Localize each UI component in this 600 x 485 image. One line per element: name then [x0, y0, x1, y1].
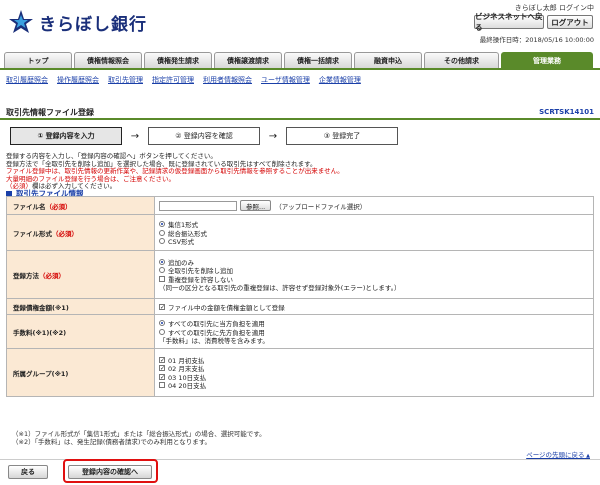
label-fee: 手数料(※1)(※2) [6, 314, 155, 349]
radio-button[interactable] [159, 328, 165, 335]
back-to-top-link[interactable]: ページの先頭に戻る [526, 449, 590, 459]
file-row: 参照... （アップロードファイル選択） [159, 200, 589, 211]
subnav-link[interactable]: ユーザ情報管理 [261, 75, 310, 85]
step-2: ② 登録内容を確認 [148, 127, 260, 145]
reg-amount-value: ✓ ファイル中の金額を債権金額として登録 [154, 298, 594, 315]
tab-1[interactable]: 債権情報照会 [74, 52, 142, 68]
screen-code: SCRTSK14101 [539, 108, 594, 116]
subnav-link[interactable]: 取引先管理 [108, 75, 143, 85]
label-text: ファイル名 [13, 202, 46, 211]
checkbox-checked[interactable]: ✓ [159, 365, 165, 372]
checkbox[interactable] [159, 275, 165, 282]
required-mark: （必須） [39, 271, 65, 280]
value-file-name: 参照... （アップロードファイル選択） [154, 196, 594, 215]
fee-radios: すべての取引先に当方負担を適用 すべての取引先に先方負担を適用 [159, 319, 589, 337]
check-option[interactable]: ✓ 02 月末支払 [159, 364, 589, 373]
footnote: （※2）「手数料」は、発生記録(債務者請求)でのみ利用となります。 [12, 438, 212, 446]
last-operation-time: 最終操作日時：2018/05/16 10:00:00 [479, 36, 594, 44]
star-logo-icon [8, 9, 34, 35]
tab-3[interactable]: 債権譲渡請求 [214, 52, 282, 68]
radio-button[interactable] [159, 267, 165, 274]
main-tabs: トップ 債権情報照会 債権発生請求 債権譲渡請求 債権一括請求 融資申込 その他請求 管理業務 [0, 52, 600, 70]
step-indicator: ① 登録内容を入力 → ② 登録内容を確認 → ③ 登録完了 [10, 127, 398, 145]
radio-option[interactable]: 総合振込形式 [159, 228, 589, 238]
label-text: 登録方法 [13, 271, 39, 280]
subnav-link[interactable]: 利用者情報照会 [203, 75, 252, 85]
confirm-button-highlight [63, 459, 158, 483]
checkbox-checked[interactable]: ✓ [159, 303, 165, 310]
checkbox-checked[interactable]: ✓ [159, 356, 165, 363]
required-mark: （必須） [45, 202, 72, 211]
check-option[interactable]: 04 20日支払 [159, 381, 589, 390]
label-group: 所属グループ(※1) [6, 348, 155, 397]
file-format-options: 集信1形式 総合振込形式 CSV形式 [154, 214, 594, 251]
header: きらぼし銀行 きらぼし太郎 ログイン中 ビジネスネットへ戻る ログアウト 最終操… [0, 0, 600, 48]
subnav-link[interactable]: 指定許可管理 [152, 75, 194, 85]
check-option[interactable]: ✓ 03 10日支払 [159, 373, 589, 382]
label-reg-amount: 登録債権金額(※1) [6, 298, 155, 315]
step-1: ① 登録内容を入力 [10, 127, 122, 145]
biz-net-back-button[interactable]: ビジネスネットへ戻る [474, 12, 544, 32]
step-3: ③ 登録完了 [286, 127, 398, 145]
row-reg-amount: 登録債権金額(※1) ✓ ファイル中の金額を債権金額として登録 [6, 298, 594, 315]
radio-button[interactable] [159, 320, 165, 326]
option-label: 04 20日支払 [168, 382, 207, 391]
bank-name: きらぼし銀行 [39, 14, 147, 35]
footnote: （※1）ファイル形式が「集信1形式」または「総合振込形式」の場合、選択可能です。 [12, 430, 266, 438]
tab-7[interactable]: 管理業務 [501, 52, 593, 68]
logout-button[interactable]: ログアウト [547, 15, 593, 29]
file-path-input[interactable] [159, 200, 237, 211]
back-button[interactable]: 戻る [8, 465, 48, 479]
browse-button[interactable]: 参照... [240, 200, 272, 211]
label-file-format: ファイル形式（必須） [6, 214, 155, 251]
check-option[interactable]: ✓ 01 月初支払 [159, 356, 589, 365]
dup-note: （同一の区分となる取引先の重複登録は、許容せず登録対象外(エラー)とします。） [159, 284, 401, 293]
required-mark: （必須） [52, 229, 78, 238]
page-title: 取引先情報ファイル登録 [6, 107, 94, 117]
label-file-name: ファイル名（必須） [6, 196, 155, 215]
tab-4[interactable]: 債権一括請求 [284, 52, 352, 68]
reg-amount-check[interactable]: ✓ ファイル中の金額を債権金額として登録 [159, 302, 589, 312]
radio-button[interactable] [159, 221, 165, 227]
option-label: ファイル中の金額を債権金額として登録 [168, 303, 285, 312]
label-reg-method: 登録方法（必須） [6, 250, 155, 299]
option-label: CSV形式 [168, 238, 195, 246]
tab-0[interactable]: トップ [4, 52, 72, 68]
footnotes: （※1）ファイル形式が「集信1形式」または「総合振込形式」の場合、選択可能です。… [12, 430, 266, 446]
checkbox-checked[interactable]: ✓ [159, 373, 165, 380]
row-file-format: ファイル形式（必須） 集信1形式 総合振込形式 CSV形式 [6, 214, 594, 251]
label-text: ファイル形式 [13, 229, 52, 238]
bank-logo[interactable]: きらぼし銀行 [8, 9, 147, 35]
tab-5[interactable]: 融資申込 [354, 52, 422, 68]
row-reg-method: 登録方法（必須） 追加のみ 全取引先を削除し追加 重複登録を許容しない （同一の区… [6, 250, 594, 299]
instructions: 登録する内容を入力し、「登録内容の確認へ」ボタンを押してください。 登録方法で「… [6, 152, 596, 191]
subnav-link[interactable]: 企業情報管理 [319, 75, 361, 85]
subnav-link[interactable]: 操作履歴照会 [57, 75, 99, 85]
row-file-name: ファイル名（必須） 参照... （アップロードファイル選択） [6, 196, 594, 215]
file-info-form: ファイル名（必須） 参照... （アップロードファイル選択） ファイル形式（必須… [6, 196, 594, 397]
fee-options: すべての取引先に当方負担を適用 すべての取引先に先方負担を適用 「手数料」は、消費… [154, 314, 594, 349]
radio-button[interactable] [159, 238, 165, 244]
method-radios: 追加のみ 全取引先を削除し追加 [159, 258, 589, 275]
checkbox[interactable] [159, 382, 165, 389]
tab-2[interactable]: 債権発生請求 [144, 52, 212, 68]
instruction-line: （必須）欄は必ず入力してください。 [6, 183, 596, 191]
fee-note: 「手数料」は、消費税等を含みます。 [159, 337, 269, 345]
reg-method-options: 追加のみ 全取引先を削除し追加 重複登録を許容しない （同一の区分となる取引先の重… [154, 250, 594, 299]
subnav-link[interactable]: 取引履歴照会 [6, 75, 48, 85]
page-title-bar: 取引先情報ファイル登録 SCRTSK14101 [0, 106, 600, 120]
file-hint: （アップロードファイル選択） [275, 202, 367, 211]
group-options: ✓ 01 月初支払 ✓ 02 月末支払 ✓ 03 10日支払 04 20日支払 [154, 348, 594, 397]
arrow-right-icon: → [268, 130, 278, 142]
radio-option[interactable]: 集信1形式 [159, 220, 589, 229]
row-group: 所属グループ(※1) ✓ 01 月初支払 ✓ 02 月末支払 ✓ 03 10日支払 04 2… [6, 348, 594, 397]
tab-6[interactable]: その他請求 [424, 52, 499, 68]
sub-navigation: 取引履歴照会 操作履歴照会 取引先管理 指定許可管理 利用者情報照会 ユーザ情報管理 企業情… [0, 72, 600, 88]
row-fee: 手数料(※1)(※2) すべての取引先に当方負担を適用 すべての取引先に先方負担を… [6, 314, 594, 349]
radio-button[interactable] [159, 258, 165, 265]
radio-button[interactable] [159, 229, 165, 236]
arrow-right-icon: → [130, 130, 140, 142]
radio-option[interactable]: CSV形式 [159, 237, 589, 246]
